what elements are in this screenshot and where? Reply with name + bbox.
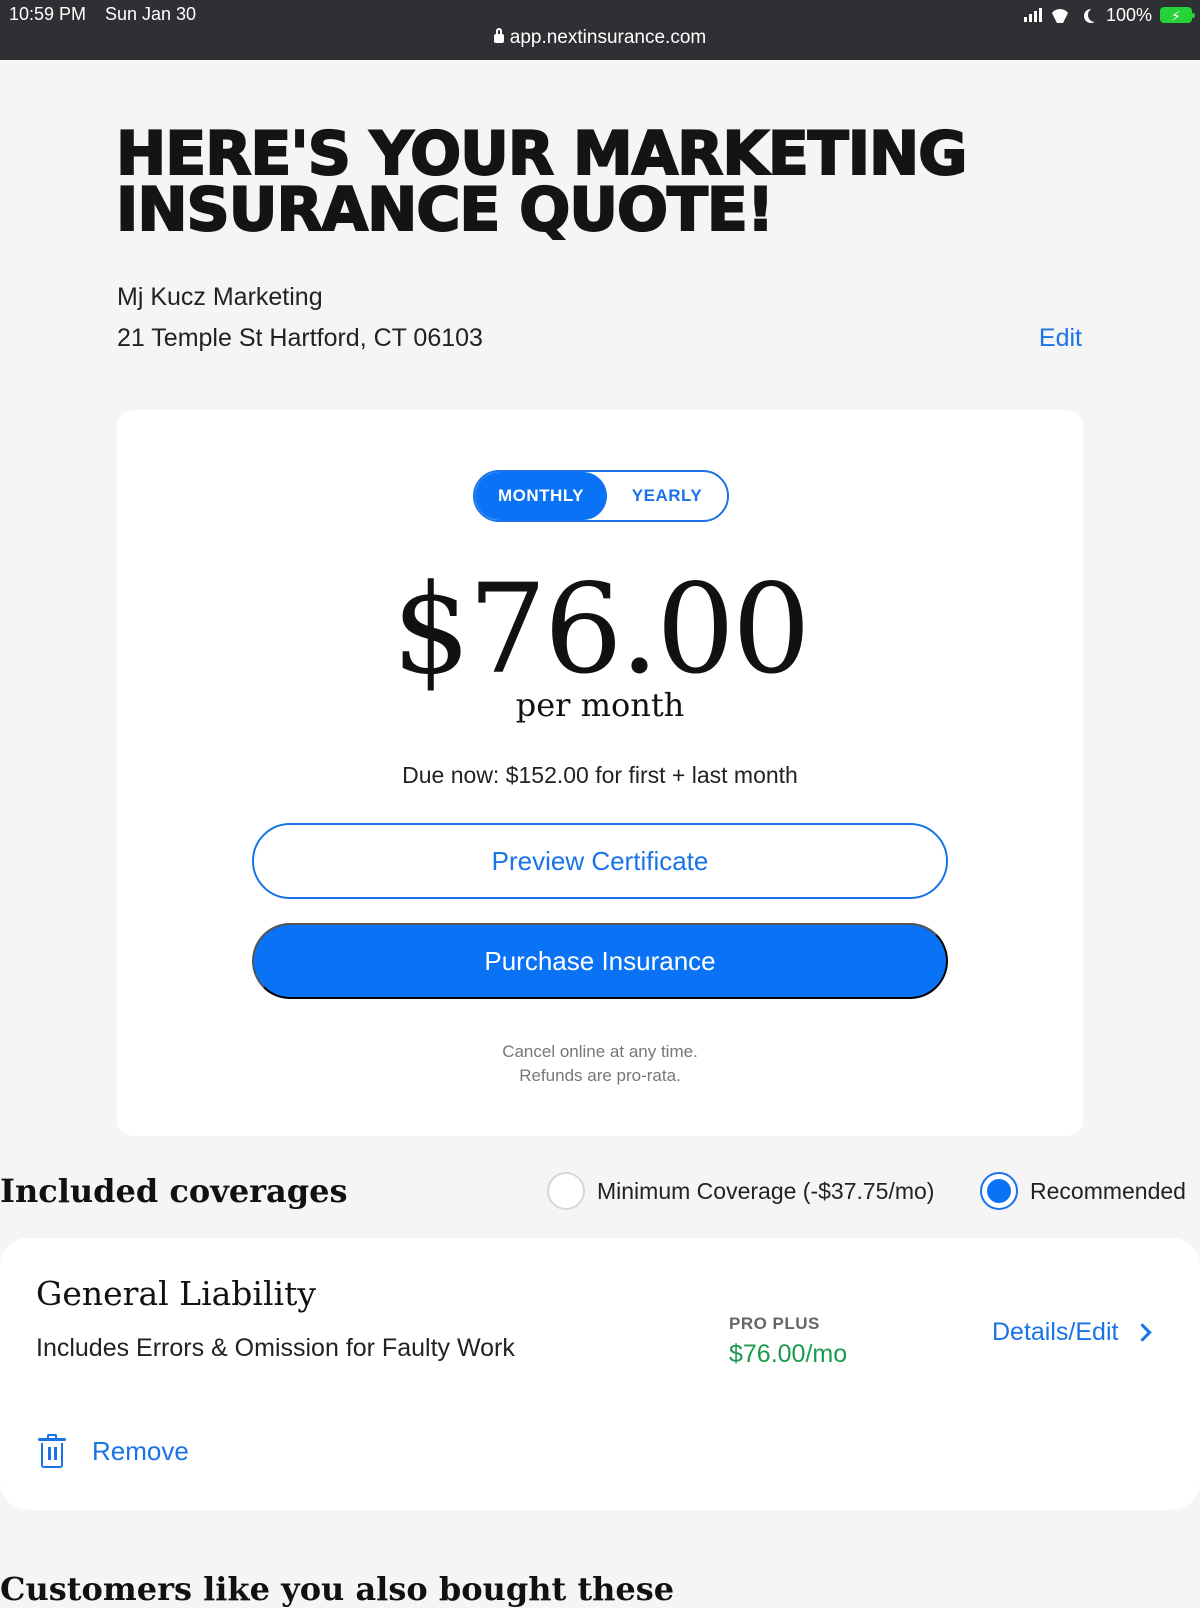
preview-certificate-button[interactable]: Preview Certificate bbox=[252, 823, 948, 899]
coverage-title: General Liability bbox=[36, 1274, 317, 1313]
cellular-signal-icon bbox=[1023, 8, 1042, 22]
url-text: app.nextinsurance.com bbox=[509, 27, 707, 48]
coverage-description: Includes Errors & Omission for Faulty Wo… bbox=[36, 1334, 515, 1362]
coverage-tier: PRO PLUS bbox=[729, 1314, 820, 1333]
battery-percent: 100% bbox=[1105, 4, 1152, 25]
cancellation-note: Cancel online at any time. Refunds are p… bbox=[117, 1040, 1083, 1088]
business-name: Mj Kucz Marketing bbox=[117, 283, 323, 311]
coverage-card-general-liability: General Liability Includes Errors & Omis… bbox=[0, 1238, 1200, 1510]
minimum-coverage-radio[interactable] bbox=[547, 1172, 585, 1210]
also-bought-title: Customers like you also bought these bbox=[0, 1570, 675, 1608]
coverage-price: $76.00/mo bbox=[729, 1340, 848, 1368]
toggle-monthly[interactable]: MONTHLY bbox=[475, 472, 607, 520]
quote-price: $76.00 bbox=[392, 558, 811, 702]
wifi-icon bbox=[1050, 7, 1070, 23]
battery-charging-icon: ⚡ bbox=[1160, 7, 1195, 24]
details-edit-label: Details/Edit bbox=[992, 1318, 1119, 1346]
status-bar: 10:59 PM Sun Jan 30 app.nextinsurance.co… bbox=[0, 0, 1200, 60]
remove-label: Remove bbox=[92, 1435, 189, 1466]
included-coverages-title: Included coverages bbox=[0, 1172, 348, 1210]
status-indicators: 100% ⚡ bbox=[1023, 4, 1195, 26]
toggle-yearly[interactable]: YEARLY bbox=[607, 472, 727, 520]
status-time: 10:59 PM bbox=[9, 4, 87, 24]
billing-period-toggle[interactable]: MONTHLY YEARLY bbox=[473, 470, 729, 522]
fine-print-refund: Refunds are pro-rata. bbox=[519, 1066, 681, 1085]
minimum-coverage-option[interactable]: Minimum Coverage (-$37.75/mo) bbox=[547, 1172, 934, 1210]
due-now-text: Due now: $152.00 for first + last month bbox=[402, 762, 798, 788]
recommended-radio[interactable] bbox=[980, 1172, 1018, 1210]
details-edit-link[interactable]: Details/Edit bbox=[992, 1318, 1153, 1347]
address-bar[interactable]: app.nextinsurance.com bbox=[0, 27, 1200, 49]
chevron-right-icon bbox=[1133, 1323, 1153, 1342]
purchase-insurance-button[interactable]: Purchase Insurance bbox=[252, 923, 948, 999]
do-not-disturb-icon bbox=[1088, 8, 1102, 22]
quote-card: MONTHLY YEARLY $76.00 per month Due now:… bbox=[117, 410, 1083, 1136]
trash-icon bbox=[38, 1434, 66, 1468]
status-date: Sun Jan 30 bbox=[105, 4, 197, 24]
page-title: HERE'S YOUR MARKETING INSURANCE QUOTE! bbox=[115, 123, 1076, 241]
business-address: 21 Temple St Hartford, CT 06103 bbox=[117, 324, 483, 352]
quote-period: per month bbox=[515, 686, 685, 724]
recommended-coverage-option[interactable]: Recommended bbox=[980, 1172, 1186, 1210]
minimum-coverage-label: Minimum Coverage (-$37.75/mo) bbox=[597, 1177, 935, 1204]
edit-business-link[interactable]: Edit bbox=[1039, 324, 1082, 353]
remove-coverage-button[interactable]: Remove bbox=[38, 1434, 189, 1468]
recommended-label: Recommended bbox=[1030, 1177, 1186, 1204]
fine-print-cancel: Cancel online at any time. bbox=[502, 1042, 698, 1061]
lock-icon bbox=[493, 28, 504, 43]
page-title-line2: INSURANCE QUOTE! bbox=[115, 175, 775, 245]
